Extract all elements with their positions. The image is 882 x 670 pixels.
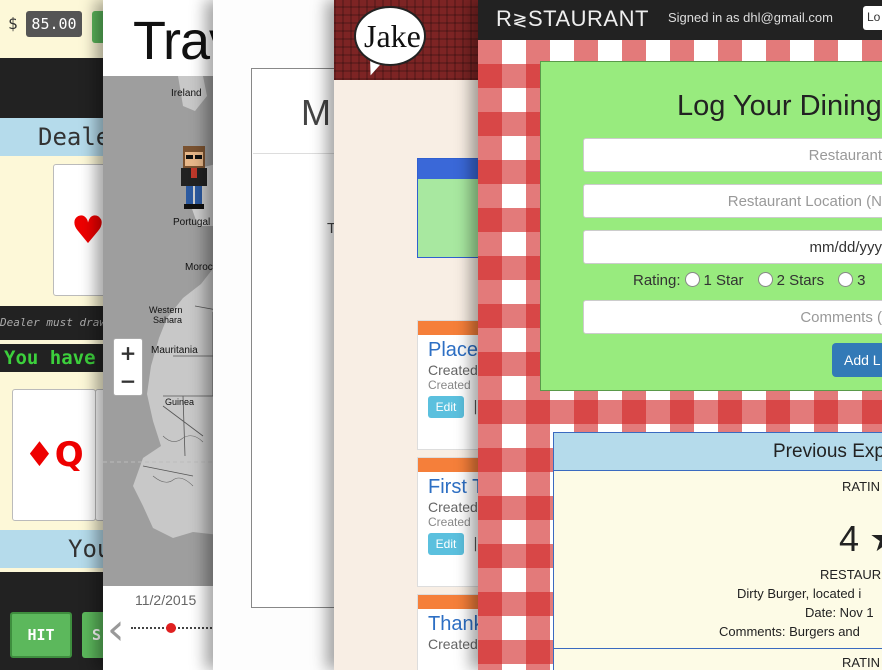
map-label-mauritania: Mauritania bbox=[151, 345, 198, 356]
edit-button[interactable]: Edit bbox=[428, 396, 464, 418]
rating-radio-2[interactable] bbox=[757, 272, 773, 287]
rating-label: Rating: bbox=[633, 272, 681, 289]
dealer-heading: Dealer bbox=[0, 118, 120, 156]
jake-card: Jake Place Created Created Edit | First … bbox=[334, 0, 494, 670]
map-label-ireland: Ireland bbox=[171, 88, 202, 99]
rating-heading-2: RATIN bbox=[842, 655, 881, 670]
brand-name: STAURANT bbox=[527, 6, 649, 31]
logout-button[interactable]: Lo bbox=[863, 6, 882, 30]
rating-option-2: 2 Stars bbox=[776, 272, 825, 289]
player-card: ♦Q bbox=[12, 389, 96, 521]
zoom-out-button[interactable]: − bbox=[114, 367, 142, 395]
dealer-band bbox=[0, 58, 120, 118]
edit-button[interactable]: Edit bbox=[428, 533, 464, 555]
travel-card: Trav Ireland Portugal Moroc Western Saha… bbox=[103, 0, 228, 670]
map-label-western-sahara-2: Sahara bbox=[153, 315, 183, 325]
blackjack-card: $ 85.00 Dealer ♥ Dealer must draw You ha… bbox=[0, 0, 120, 670]
entry-divider bbox=[554, 648, 882, 649]
rating-option-1: 1 Star bbox=[703, 272, 744, 289]
previous-experiences-panel: Previous Exp RATIN 4 ★ RESTAUR Dirty Bur… bbox=[553, 432, 882, 670]
chevron-left-icon[interactable]: ‹ bbox=[107, 608, 125, 652]
comments-input[interactable]: Comments ( bbox=[583, 300, 882, 334]
entry-description: Dirty Burger, located i bbox=[737, 586, 862, 601]
map-label-portugal: Portugal bbox=[173, 217, 211, 228]
entry-date: Date: Nov 1 bbox=[805, 605, 874, 620]
rating-heading: RATIN bbox=[842, 479, 881, 494]
rating-value: 4 ★ bbox=[839, 518, 882, 559]
previous-heading: Previous Exp bbox=[554, 433, 882, 471]
restaurant-location-input[interactable]: Restaurant Location (N bbox=[583, 184, 882, 218]
blank-card: M T bbox=[213, 0, 353, 670]
date-input[interactable]: mm/dd/yyy bbox=[583, 230, 882, 264]
map-label-guinea: Guinea bbox=[165, 397, 195, 407]
dealer-rule-text: Dealer must draw bbox=[0, 306, 120, 340]
restaurant-card: R≷STAURANT Signed in as dhl@gmail.com Lo… bbox=[478, 0, 882, 670]
currency-symbol: $ bbox=[8, 14, 18, 33]
screenshot-collage: $ 85.00 Dealer ♥ Dealer must draw You ha… bbox=[0, 0, 882, 670]
player-heading: You bbox=[0, 530, 120, 568]
bank-balance: 85.00 bbox=[26, 11, 82, 37]
entry-comments: Comments: Burgers and bbox=[719, 624, 860, 639]
logo-text: Jake bbox=[364, 18, 421, 54]
card-heading: M bbox=[301, 92, 331, 133]
restaurant-name-input[interactable]: Restaurant bbox=[583, 138, 882, 172]
brand-mark: ≷ bbox=[512, 10, 528, 30]
brand-initial: R bbox=[496, 6, 513, 31]
map-label-morocco: Moroc bbox=[185, 262, 213, 273]
rating-radio-1[interactable] bbox=[684, 272, 700, 287]
timeline-date: 11/2/2015 bbox=[135, 592, 197, 608]
form-title: Log Your Dining bbox=[677, 90, 882, 122]
hit-button[interactable]: HIT bbox=[10, 612, 72, 658]
zoom-control: + − bbox=[113, 338, 143, 396]
brand-logo[interactable]: R≷STAURANT bbox=[496, 6, 649, 32]
zoom-in-button[interactable]: + bbox=[114, 339, 142, 367]
restaurant-heading: RESTAUR bbox=[820, 567, 882, 582]
signed-in-text: Signed in as dhl@gmail.com bbox=[668, 10, 833, 25]
add-log-button[interactable]: Add L bbox=[832, 343, 882, 377]
map-label-western-sahara-1: Western bbox=[149, 305, 183, 315]
dining-form: Log Your Dining Restaurant Restaurant Lo… bbox=[540, 61, 882, 391]
rating-option-3: 3 bbox=[857, 272, 866, 289]
timeline-marker[interactable] bbox=[166, 623, 176, 633]
hand-status: You have 19 a bbox=[0, 344, 120, 372]
rating-group: Rating: 1 Star 2 Stars 3 bbox=[633, 272, 865, 289]
rating-radio-3[interactable] bbox=[838, 272, 854, 287]
world-map[interactable] bbox=[103, 76, 228, 586]
